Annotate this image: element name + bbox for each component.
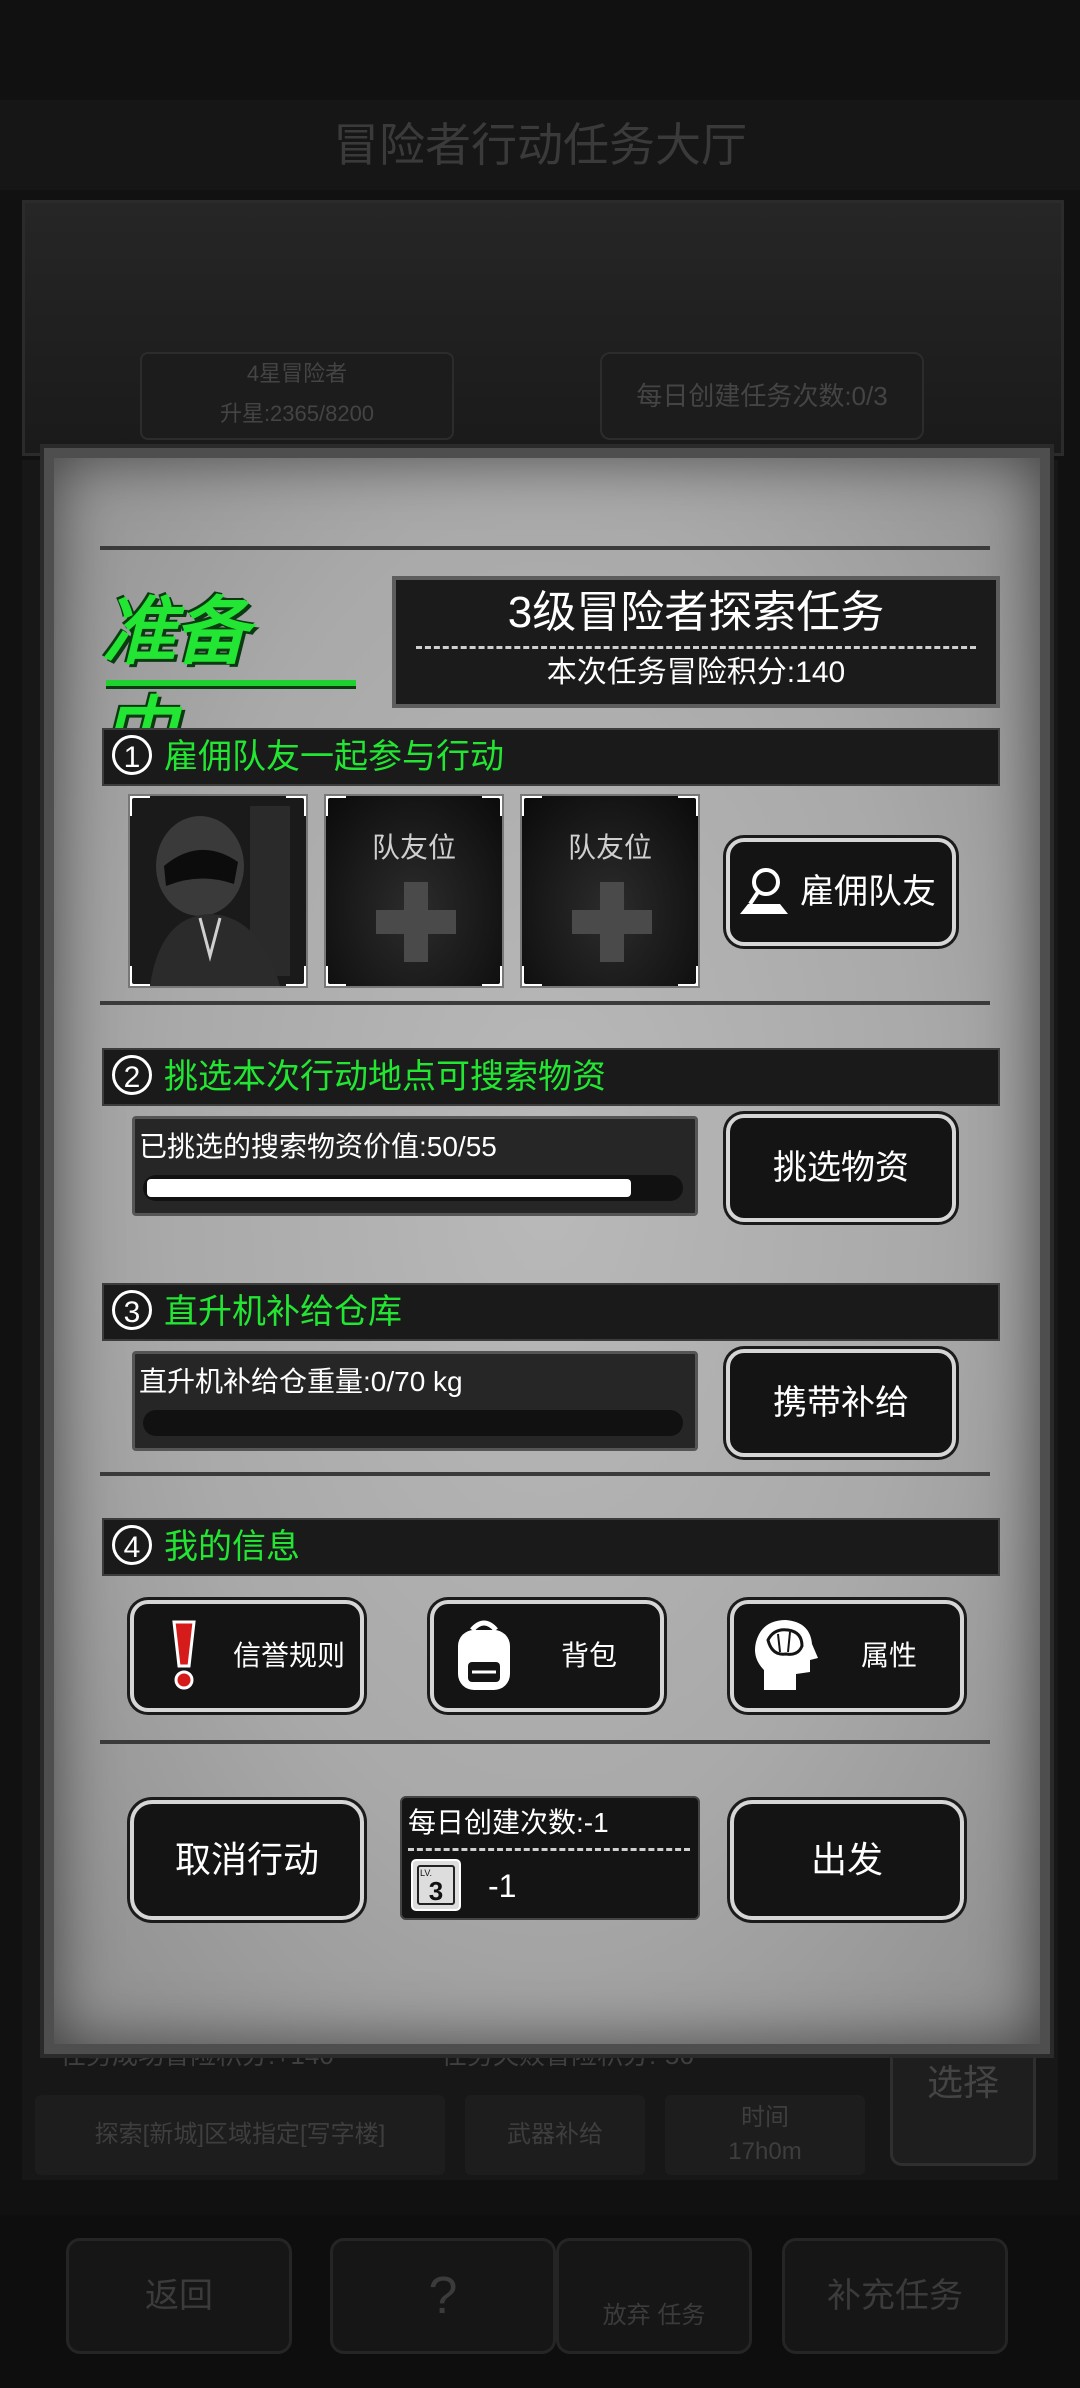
abandon-mission-button[interactable]: 放弃 任务 — [556, 2238, 752, 2354]
rank-badge: 4星冒险者 升星:2365/8200 — [140, 352, 454, 440]
mission-tags: 探索[新城]区域指定[写字楼] 武器补给 时间 17h0m — [35, 2095, 875, 2175]
warehouse-progress-track — [143, 1410, 683, 1436]
warehouse-weight-meter: 直升机补给仓重量:0/70 kg — [132, 1351, 698, 1451]
slot-corner — [286, 966, 306, 986]
tag-explore: 探索[新城]区域指定[写字楼] — [35, 2095, 445, 2175]
supplement-mission-button[interactable]: 补充任务 — [782, 2238, 1008, 2354]
cancel-action-button[interactable]: 取消行动 — [130, 1800, 364, 1920]
daily-create-label: 每日创建次数:-1 — [408, 1807, 609, 1838]
slot-corner — [678, 796, 698, 816]
slot-corner — [482, 966, 502, 986]
slot-corner — [678, 966, 698, 986]
section-label: 直升机补给仓库 — [164, 1293, 402, 1331]
section-label: 挑选本次行动地点可搜索物资 — [164, 1058, 606, 1096]
slot-corner — [286, 796, 306, 816]
section-label: 雇佣队友一起参与行动 — [164, 738, 504, 776]
supplies-progress-track — [143, 1175, 683, 1201]
teammate-slot-self[interactable] — [128, 794, 308, 988]
mission-title: 3级冒险者探索任务 — [507, 588, 885, 637]
hire-teammate-label: 雇佣队友 — [800, 873, 936, 911]
divider — [100, 1472, 990, 1476]
teammate-slot-3[interactable]: 队友位 — [520, 794, 700, 988]
supplies-value-label: 已挑选的搜索物资价值:50/55 — [139, 1131, 497, 1162]
search-person-icon — [740, 868, 788, 914]
mission-info-box: 3级冒险者探索任务 本次任务冒险积分:140 — [392, 576, 1000, 708]
backpack-button[interactable]: 背包 — [430, 1600, 664, 1712]
section-number: 1 — [112, 735, 152, 775]
back-button[interactable]: 返回 — [66, 2238, 292, 2354]
add-icon — [572, 910, 652, 934]
tag-time-value: 17h0m — [728, 2138, 802, 2165]
section-supplies: 2 挑选本次行动地点可搜索物资 — [102, 1048, 1000, 1106]
depart-button[interactable]: 出发 — [730, 1800, 964, 1920]
help-map-button[interactable]: ? — [330, 2238, 556, 2354]
tag-time-label: 时间 — [741, 2104, 789, 2131]
status-underline — [106, 680, 356, 686]
divider — [100, 1740, 990, 1744]
pick-supplies-label: 挑选物资 — [773, 1149, 909, 1187]
slot-corner — [482, 796, 502, 816]
bottom-nav: 返回 ? 放弃 任务 补充任务 — [0, 2215, 1080, 2388]
slot-corner — [522, 966, 542, 986]
warehouse-weight-label: 直升机补给仓重量:0/70 kg — [139, 1366, 463, 1397]
screen: 冒险者行动任务大厅 4星冒险者 升星:2365/8200 每日创建任务次数:0/… — [0, 0, 1080, 2388]
level-badge-number: 3 — [429, 1876, 443, 1906]
slot-corner — [326, 966, 346, 986]
dashed-divider — [408, 1848, 690, 1851]
daily-create-counter: 每日创建任务次数:0/3 — [600, 352, 924, 440]
hall-title: 冒险者行动任务大厅 — [0, 100, 1080, 190]
section-warehouse: 3 直升机补给仓库 — [102, 1283, 1000, 1341]
exclamation-icon — [172, 1620, 196, 1690]
teammate-slot-2[interactable]: 队友位 — [324, 794, 504, 988]
backpack-icon — [458, 1620, 510, 1690]
prepare-dialog: 准备中... 3级冒险者探索任务 本次任务冒险积分:140 1 雇佣队友一起参与… — [44, 448, 1050, 2054]
section-number: 2 — [112, 1055, 152, 1095]
section-hire: 1 雇佣队友一起参与行动 — [102, 728, 1000, 786]
section-label: 我的信息 — [164, 1528, 300, 1566]
supplies-value-meter: 已挑选的搜索物资价值:50/55 — [132, 1116, 698, 1216]
carry-supplies-label: 携带补给 — [773, 1384, 909, 1422]
section-number: 3 — [112, 1290, 152, 1330]
reputation-rules-label: 信誉规则 — [232, 1640, 345, 1671]
slot-corner — [522, 796, 542, 816]
mission-points: 本次任务冒险积分:140 — [546, 656, 846, 689]
teammate-slot-label: 队友位 — [567, 832, 652, 863]
divider — [100, 546, 990, 550]
carry-supplies-button[interactable]: 携带补给 — [726, 1349, 956, 1457]
rank-name: 4星冒险者 — [246, 361, 348, 386]
slot-corner — [130, 966, 150, 986]
hire-teammate-button[interactable]: 雇佣队友 — [726, 838, 956, 946]
slot-corner — [326, 796, 346, 816]
help-map-icon: ? — [428, 2267, 458, 2325]
rank-progress: 升星:2365/8200 — [219, 401, 375, 426]
add-icon — [376, 910, 456, 934]
attributes-button[interactable]: 属性 — [730, 1600, 964, 1712]
slot-corner — [130, 796, 150, 816]
status-preparing: 准备中... — [102, 590, 248, 773]
level-badge-icon: LV. 3 — [411, 1859, 461, 1911]
level-cost: -1 — [488, 1868, 517, 1904]
tag-weapon: 武器补给 — [465, 2095, 645, 2175]
pick-supplies-button[interactable]: 挑选物资 — [726, 1114, 956, 1222]
attributes-label: 属性 — [860, 1640, 917, 1671]
divider — [100, 1001, 990, 1005]
reputation-rules-button[interactable]: 信誉规则 — [130, 1600, 364, 1712]
backpack-label: 背包 — [560, 1640, 617, 1671]
section-my-info: 4 我的信息 — [102, 1518, 1000, 1576]
brain-head-icon — [755, 1620, 818, 1690]
player-avatar — [130, 796, 306, 986]
daily-create-box: 每日创建次数:-1 LV. 3 -1 — [400, 1796, 700, 1920]
tag-time: 时间 17h0m — [665, 2095, 865, 2175]
section-number: 4 — [112, 1525, 152, 1565]
supplies-progress-fill — [147, 1179, 631, 1197]
teammate-slot-label: 队友位 — [371, 832, 456, 863]
